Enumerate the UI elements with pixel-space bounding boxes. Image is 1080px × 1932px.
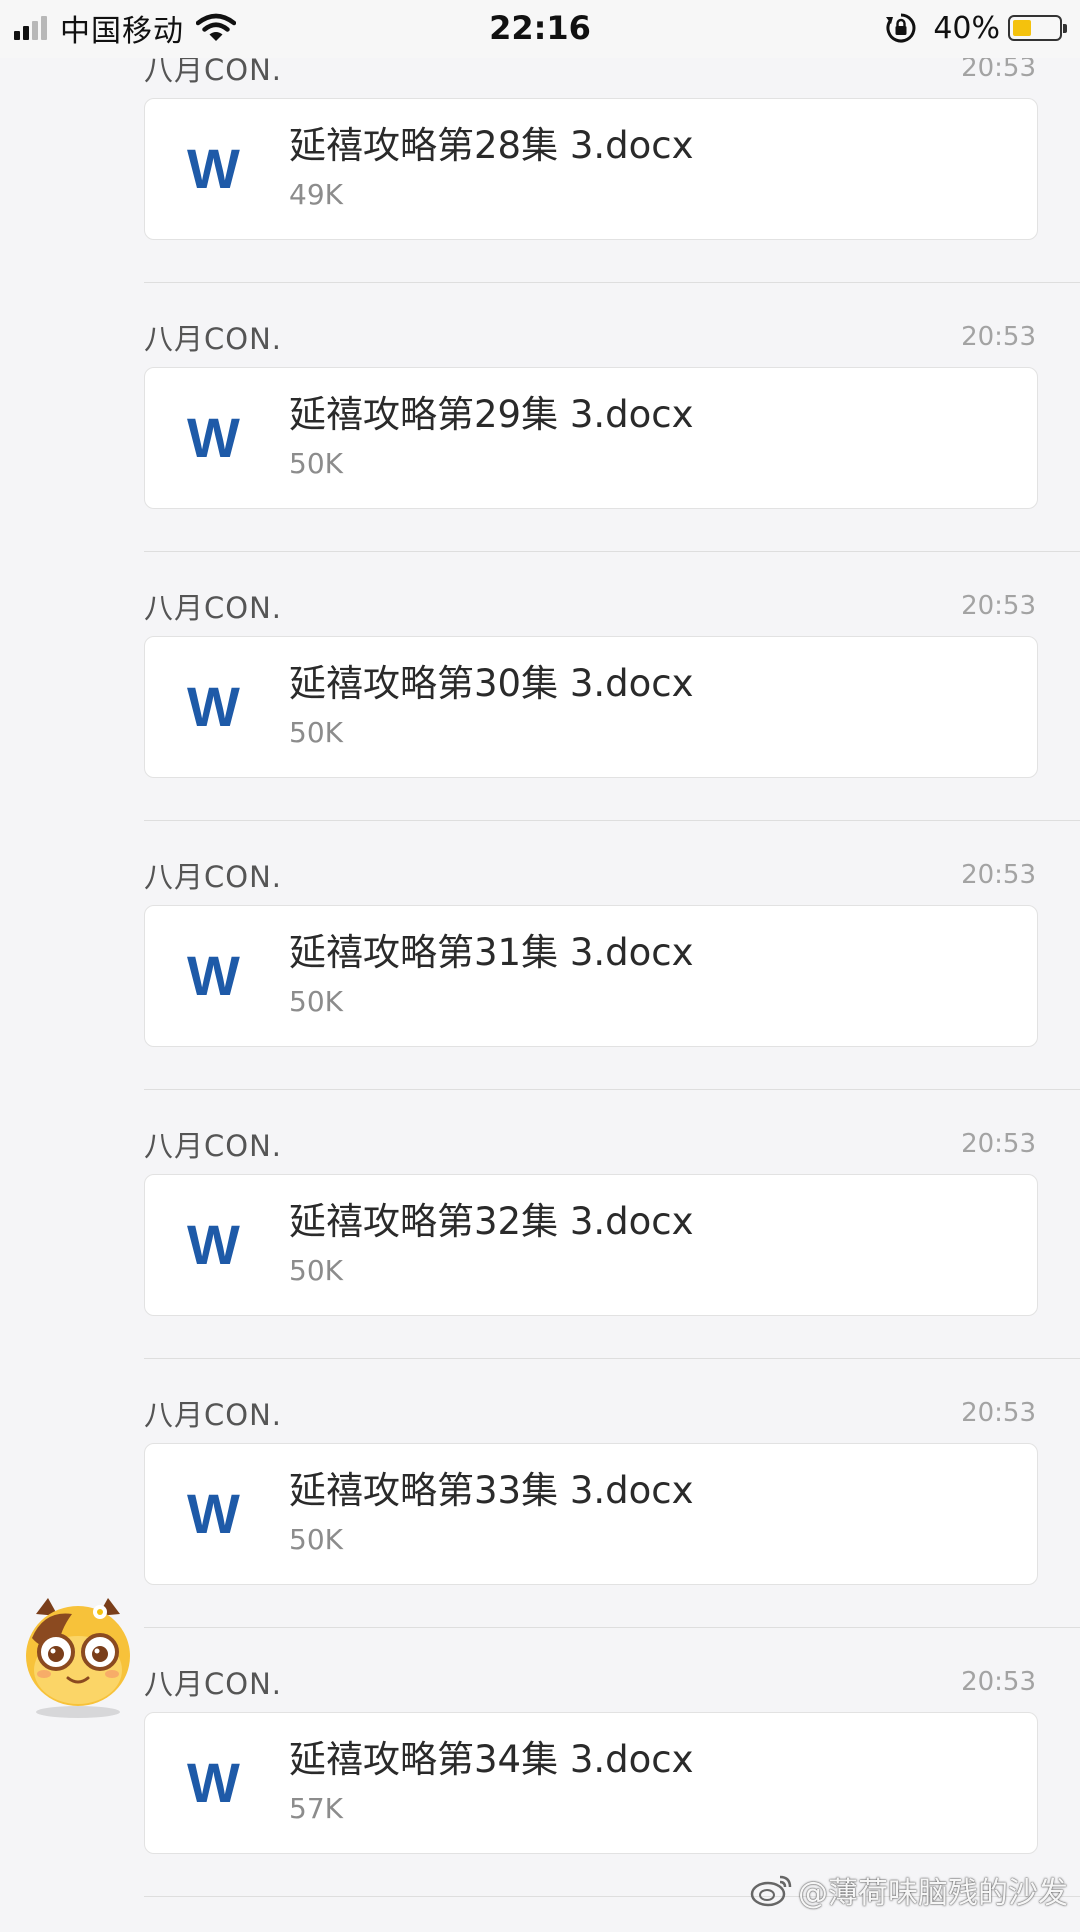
- sender-name: 八月CON.: [144, 1129, 282, 1163]
- file-size: 50K: [289, 985, 343, 1018]
- file-card[interactable]: W 延禧攻略第32集 3.docx 50K: [144, 1174, 1038, 1316]
- word-doc-icon: W: [187, 1213, 240, 1276]
- sender-name: 八月CON.: [144, 1398, 282, 1432]
- file-name: 延禧攻略第34集 3.docx: [289, 1738, 694, 1781]
- word-doc-icon: W: [187, 675, 240, 738]
- message-time: 20:53: [961, 322, 1036, 352]
- divider: [144, 1089, 1080, 1090]
- message-time: 20:53: [961, 1667, 1036, 1697]
- file-card[interactable]: W 延禧攻略第28集 3.docx 49K: [144, 98, 1038, 240]
- word-doc-icon: W: [187, 1482, 240, 1545]
- message-time: 20:53: [961, 1129, 1036, 1159]
- message-item: 八月CON. 20:53 W 延禧攻略第32集 3.docx 50K: [0, 1126, 1080, 1394]
- file-size: 49K: [289, 178, 343, 211]
- message-time: 20:53: [961, 1398, 1036, 1428]
- status-bar-right: 40%: [885, 8, 1067, 48]
- message-item: 八月CON. 20:53 W 延禧攻略第31集 3.docx 50K: [0, 857, 1080, 1125]
- battery-percent: 40%: [933, 10, 1000, 46]
- word-doc-icon: W: [187, 406, 240, 469]
- sender-name: 八月CON.: [144, 1667, 282, 1701]
- sender-name: 八月CON.: [144, 591, 282, 625]
- status-bar: 中国移动 22:16 40%: [0, 0, 1080, 58]
- file-name: 延禧攻略第30集 3.docx: [289, 662, 694, 705]
- message-time: 20:53: [961, 591, 1036, 621]
- file-card[interactable]: W 延禧攻略第29集 3.docx 50K: [144, 367, 1038, 509]
- divider: [144, 820, 1080, 821]
- battery-icon: [1008, 15, 1067, 41]
- cow-mascot-icon: [26, 1598, 130, 1718]
- file-size: 50K: [289, 1254, 343, 1287]
- divider: [144, 282, 1080, 283]
- file-size: 50K: [289, 447, 343, 480]
- divider: [144, 551, 1080, 552]
- file-card[interactable]: W 延禧攻略第34集 3.docx 57K: [144, 1712, 1038, 1854]
- message-item: 八月CON. 20:53 W 延禧攻略第29集 3.docx 50K: [0, 319, 1080, 587]
- sender-name: 八月CON.: [144, 860, 282, 894]
- file-name: 延禧攻略第33集 3.docx: [289, 1469, 694, 1512]
- file-name: 延禧攻略第31集 3.docx: [289, 931, 694, 974]
- message-time: 20:53: [961, 860, 1036, 890]
- weibo-icon: [750, 1875, 792, 1907]
- watermark-text: @薄荷味脑残的沙发: [798, 1876, 1068, 1911]
- divider: [144, 1627, 1080, 1628]
- file-size: 50K: [289, 1523, 343, 1556]
- file-name: 延禧攻略第32集 3.docx: [289, 1200, 694, 1243]
- message-item: 八月CON. 20:53 W 延禧攻略第30集 3.docx 50K: [0, 588, 1080, 856]
- word-doc-icon: W: [187, 1751, 240, 1814]
- word-doc-icon: W: [187, 944, 240, 1007]
- sender-name: 八月CON.: [144, 322, 282, 356]
- word-doc-icon: W: [187, 137, 240, 200]
- message-item: 八月CON. 20:53 W 延禧攻略第28集 3.docx 49K: [0, 50, 1080, 318]
- file-name: 延禧攻略第29集 3.docx: [289, 393, 694, 436]
- divider: [144, 1358, 1080, 1359]
- battery-fill: [1013, 20, 1031, 36]
- watermark: @薄荷味脑残的沙发: [750, 1868, 1068, 1912]
- file-card[interactable]: W 延禧攻略第30集 3.docx 50K: [144, 636, 1038, 778]
- file-card[interactable]: W 延禧攻略第33集 3.docx 50K: [144, 1443, 1038, 1585]
- file-card[interactable]: W 延禧攻略第31集 3.docx 50K: [144, 905, 1038, 1047]
- file-size: 57K: [289, 1792, 343, 1825]
- file-name: 延禧攻略第28集 3.docx: [289, 124, 694, 167]
- rotation-lock-icon: [886, 13, 916, 43]
- message-item: 八月CON. 20:53 W 延禧攻略第33集 3.docx 50K: [0, 1395, 1080, 1663]
- file-size: 50K: [289, 716, 343, 749]
